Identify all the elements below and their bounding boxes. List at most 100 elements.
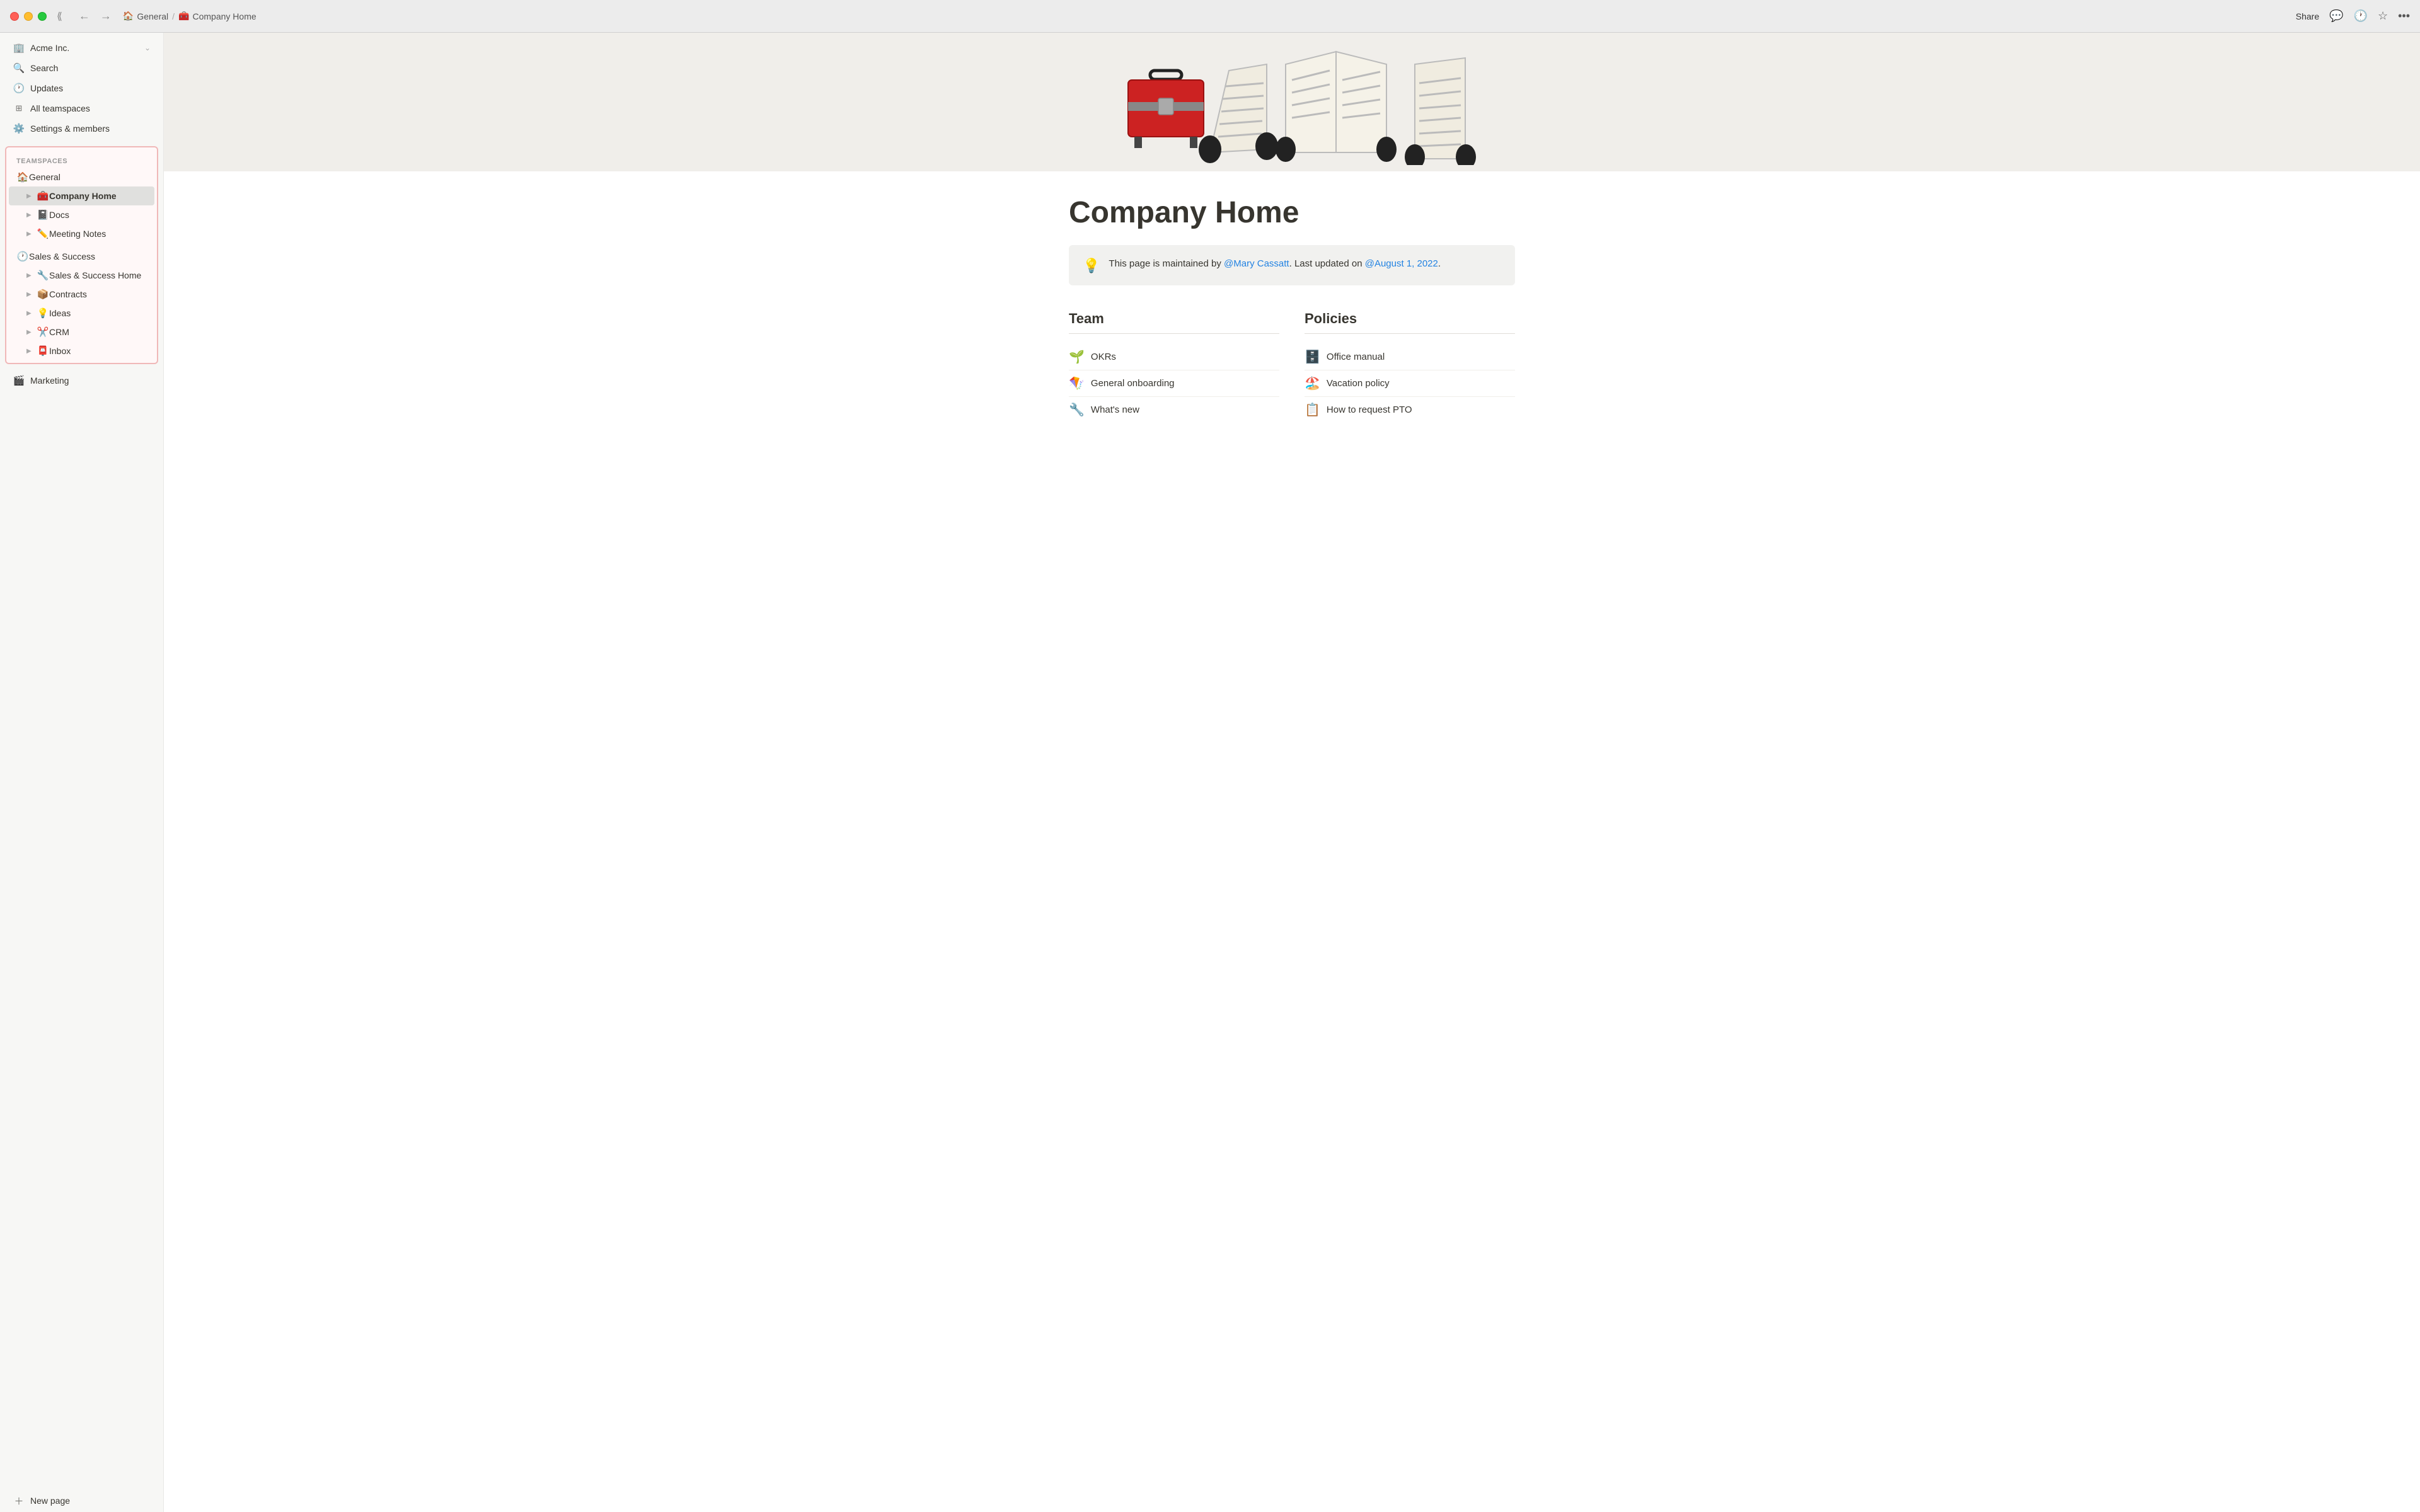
breadcrumb-general-label: General bbox=[137, 11, 168, 21]
sidebar-item-updates[interactable]: 🕐 Updates bbox=[3, 78, 161, 98]
history-button[interactable]: 🕐 bbox=[2354, 9, 2368, 23]
close-button[interactable] bbox=[10, 12, 19, 21]
sidebar-item-company-home[interactable]: ▶ 🧰 Company Home bbox=[9, 186, 154, 205]
sidebar-item-general[interactable]: 🏠 General bbox=[9, 168, 154, 186]
callout-author[interactable]: @Mary Cassatt bbox=[1224, 258, 1289, 269]
back-button[interactable]: ← bbox=[75, 8, 94, 24]
info-callout: 💡 This page is maintained by @Mary Cassa… bbox=[1069, 245, 1515, 285]
history-icon: 🕐 bbox=[2354, 9, 2368, 22]
vacation-icon: 🏖️ bbox=[1305, 375, 1320, 391]
ideas-label: Ideas bbox=[49, 308, 149, 318]
sidebar-item-search[interactable]: 🔍 Search bbox=[3, 58, 161, 78]
sales-icon: 🕐 bbox=[16, 250, 29, 263]
link-okrs[interactable]: 🌱 OKRs bbox=[1069, 344, 1279, 370]
sidebar-item-docs[interactable]: ▶ 📓 Docs bbox=[9, 205, 154, 224]
link-office-manual[interactable]: 🗄️ Office manual bbox=[1305, 344, 1515, 370]
sidebar: 🏢 Acme Inc. ⌄ 🔍 Search 🕐 Updates ⊞ All t… bbox=[0, 33, 164, 1512]
minimize-button[interactable] bbox=[24, 12, 33, 21]
policies-section: Policies 🗄️ Office manual 🏖️ Vacation po… bbox=[1305, 311, 1515, 423]
contracts-icon: 📦 bbox=[37, 288, 49, 301]
vacation-label: Vacation policy bbox=[1327, 378, 1390, 389]
chevron-meeting-icon: ▶ bbox=[26, 231, 37, 238]
more-button[interactable]: ••• bbox=[2398, 9, 2410, 23]
workspace-switcher[interactable]: 🏢 Acme Inc. ⌄ bbox=[3, 38, 161, 58]
callout-text-before: This page is maintained by bbox=[1109, 258, 1224, 269]
sidebar-item-settings[interactable]: ⚙️ Settings & members bbox=[3, 118, 161, 139]
chevron-contracts-icon: ▶ bbox=[26, 291, 37, 298]
inbox-icon: 📮 bbox=[37, 345, 49, 357]
traffic-lights bbox=[10, 12, 47, 21]
chevron-inbox-icon: ▶ bbox=[26, 348, 37, 355]
link-general-onboarding[interactable]: 🪁 General onboarding bbox=[1069, 370, 1279, 397]
office-manual-label: Office manual bbox=[1327, 352, 1385, 362]
sidebar-top: 🏢 Acme Inc. ⌄ 🔍 Search 🕐 Updates ⊞ All t… bbox=[0, 33, 163, 144]
breadcrumb-company-home[interactable]: 🧰 Company Home bbox=[178, 11, 256, 21]
breadcrumb-general[interactable]: 🏠 General bbox=[123, 11, 168, 21]
header-illustration bbox=[1078, 39, 1506, 165]
okrs-label: OKRs bbox=[1091, 352, 1116, 362]
link-vacation-policy[interactable]: 🏖️ Vacation policy bbox=[1305, 370, 1515, 397]
sidebar-item-crm[interactable]: ▶ ✂️ CRM bbox=[9, 323, 154, 341]
marketing-icon: 🎬 bbox=[13, 374, 25, 387]
sidebar-item-sales-success[interactable]: 🕐 Sales & Success bbox=[9, 247, 154, 266]
contracts-label: Contracts bbox=[49, 289, 149, 299]
chevron-icon: ▶ bbox=[26, 193, 37, 200]
callout-icon: 💡 bbox=[1083, 258, 1100, 274]
chevron-sales-home-icon: ▶ bbox=[26, 272, 37, 279]
ideas-icon: 💡 bbox=[37, 307, 49, 319]
page-body: Company Home 💡 This page is maintained b… bbox=[1008, 171, 1576, 461]
okrs-icon: 🌱 bbox=[1069, 349, 1085, 365]
sales-home-label: Sales & Success Home bbox=[49, 270, 149, 280]
share-button[interactable]: Share bbox=[2296, 11, 2319, 21]
titlebar: ⟪ ← → 🏠 General / 🧰 Company Home Share 💬… bbox=[0, 0, 2420, 33]
company-home-label: Company Home bbox=[49, 191, 149, 201]
teamspaces-label: Teamspaces bbox=[6, 150, 157, 168]
sidebar-item-ideas[interactable]: ▶ 💡 Ideas bbox=[9, 304, 154, 323]
teamspaces-icon: ⊞ bbox=[13, 102, 25, 115]
favorite-button[interactable]: ☆ bbox=[2378, 9, 2388, 23]
page-header-image bbox=[164, 33, 2420, 171]
settings-icon: ⚙️ bbox=[13, 122, 25, 135]
docs-icon: 📓 bbox=[37, 209, 49, 221]
sidebar-item-inbox[interactable]: ▶ 📮 Inbox bbox=[9, 341, 154, 360]
workspace-icon: 🏢 bbox=[13, 42, 25, 54]
pto-icon: 📋 bbox=[1305, 402, 1320, 418]
chevron-crm-icon: ▶ bbox=[26, 329, 37, 336]
team-heading: Team bbox=[1069, 311, 1279, 334]
link-whats-new[interactable]: 🔧 What's new bbox=[1069, 397, 1279, 423]
link-pto[interactable]: 📋 How to request PTO bbox=[1305, 397, 1515, 423]
comment-icon: 💬 bbox=[2329, 9, 2343, 22]
search-icon: 🔍 bbox=[13, 62, 25, 74]
two-column-section: Team 🌱 OKRs 🪁 General onboarding 🔧 What'… bbox=[1069, 311, 1515, 423]
crm-icon: ✂️ bbox=[37, 326, 49, 338]
comment-button[interactable]: 💬 bbox=[2329, 9, 2343, 23]
team-section: Team 🌱 OKRs 🪁 General onboarding 🔧 What'… bbox=[1069, 311, 1279, 423]
toolbox-icon: 🧰 bbox=[178, 11, 189, 21]
updates-icon: 🕐 bbox=[13, 82, 25, 94]
sidebar-item-contracts[interactable]: ▶ 📦 Contracts bbox=[9, 285, 154, 304]
all-teamspaces-label: All teamspaces bbox=[30, 103, 151, 113]
workspace-name: Acme Inc. bbox=[30, 43, 139, 53]
sidebar-item-sales-home[interactable]: ▶ 🔧 Sales & Success Home bbox=[9, 266, 154, 285]
sidebar-item-all-teamspaces[interactable]: ⊞ All teamspaces bbox=[3, 98, 161, 118]
callout-date[interactable]: @August 1, 2022 bbox=[1365, 258, 1438, 269]
maximize-button[interactable] bbox=[38, 12, 47, 21]
sidebar-item-marketing[interactable]: 🎬 Marketing bbox=[3, 370, 161, 391]
page-title: Company Home bbox=[1069, 197, 1515, 230]
sidebar-item-new-page[interactable]: ＋ New page bbox=[3, 1491, 161, 1512]
plus-icon: ＋ bbox=[13, 1494, 25, 1507]
sidebar-collapse-button[interactable]: ⟪ bbox=[57, 10, 62, 23]
sales-success-label: Sales & Success bbox=[29, 251, 149, 261]
home-icon: 🏠 bbox=[123, 11, 134, 21]
pto-label: How to request PTO bbox=[1327, 404, 1412, 415]
company-home-icon: 🧰 bbox=[37, 190, 49, 202]
sidebar-item-meeting-notes[interactable]: ▶ ✏️ Meeting Notes bbox=[9, 224, 154, 243]
titlebar-actions: Share 💬 🕐 ☆ ••• bbox=[2296, 9, 2410, 23]
settings-label: Settings & members bbox=[30, 123, 151, 134]
updates-label: Updates bbox=[30, 83, 151, 93]
general-icon: 🏠 bbox=[16, 171, 29, 183]
policies-heading: Policies bbox=[1305, 311, 1515, 334]
teamspaces-section: Teamspaces 🏠 General ▶ 🧰 Company Home ▶ … bbox=[5, 146, 158, 364]
forward-button[interactable]: → bbox=[96, 8, 115, 24]
app-body: 🏢 Acme Inc. ⌄ 🔍 Search 🕐 Updates ⊞ All t… bbox=[0, 33, 2420, 1512]
